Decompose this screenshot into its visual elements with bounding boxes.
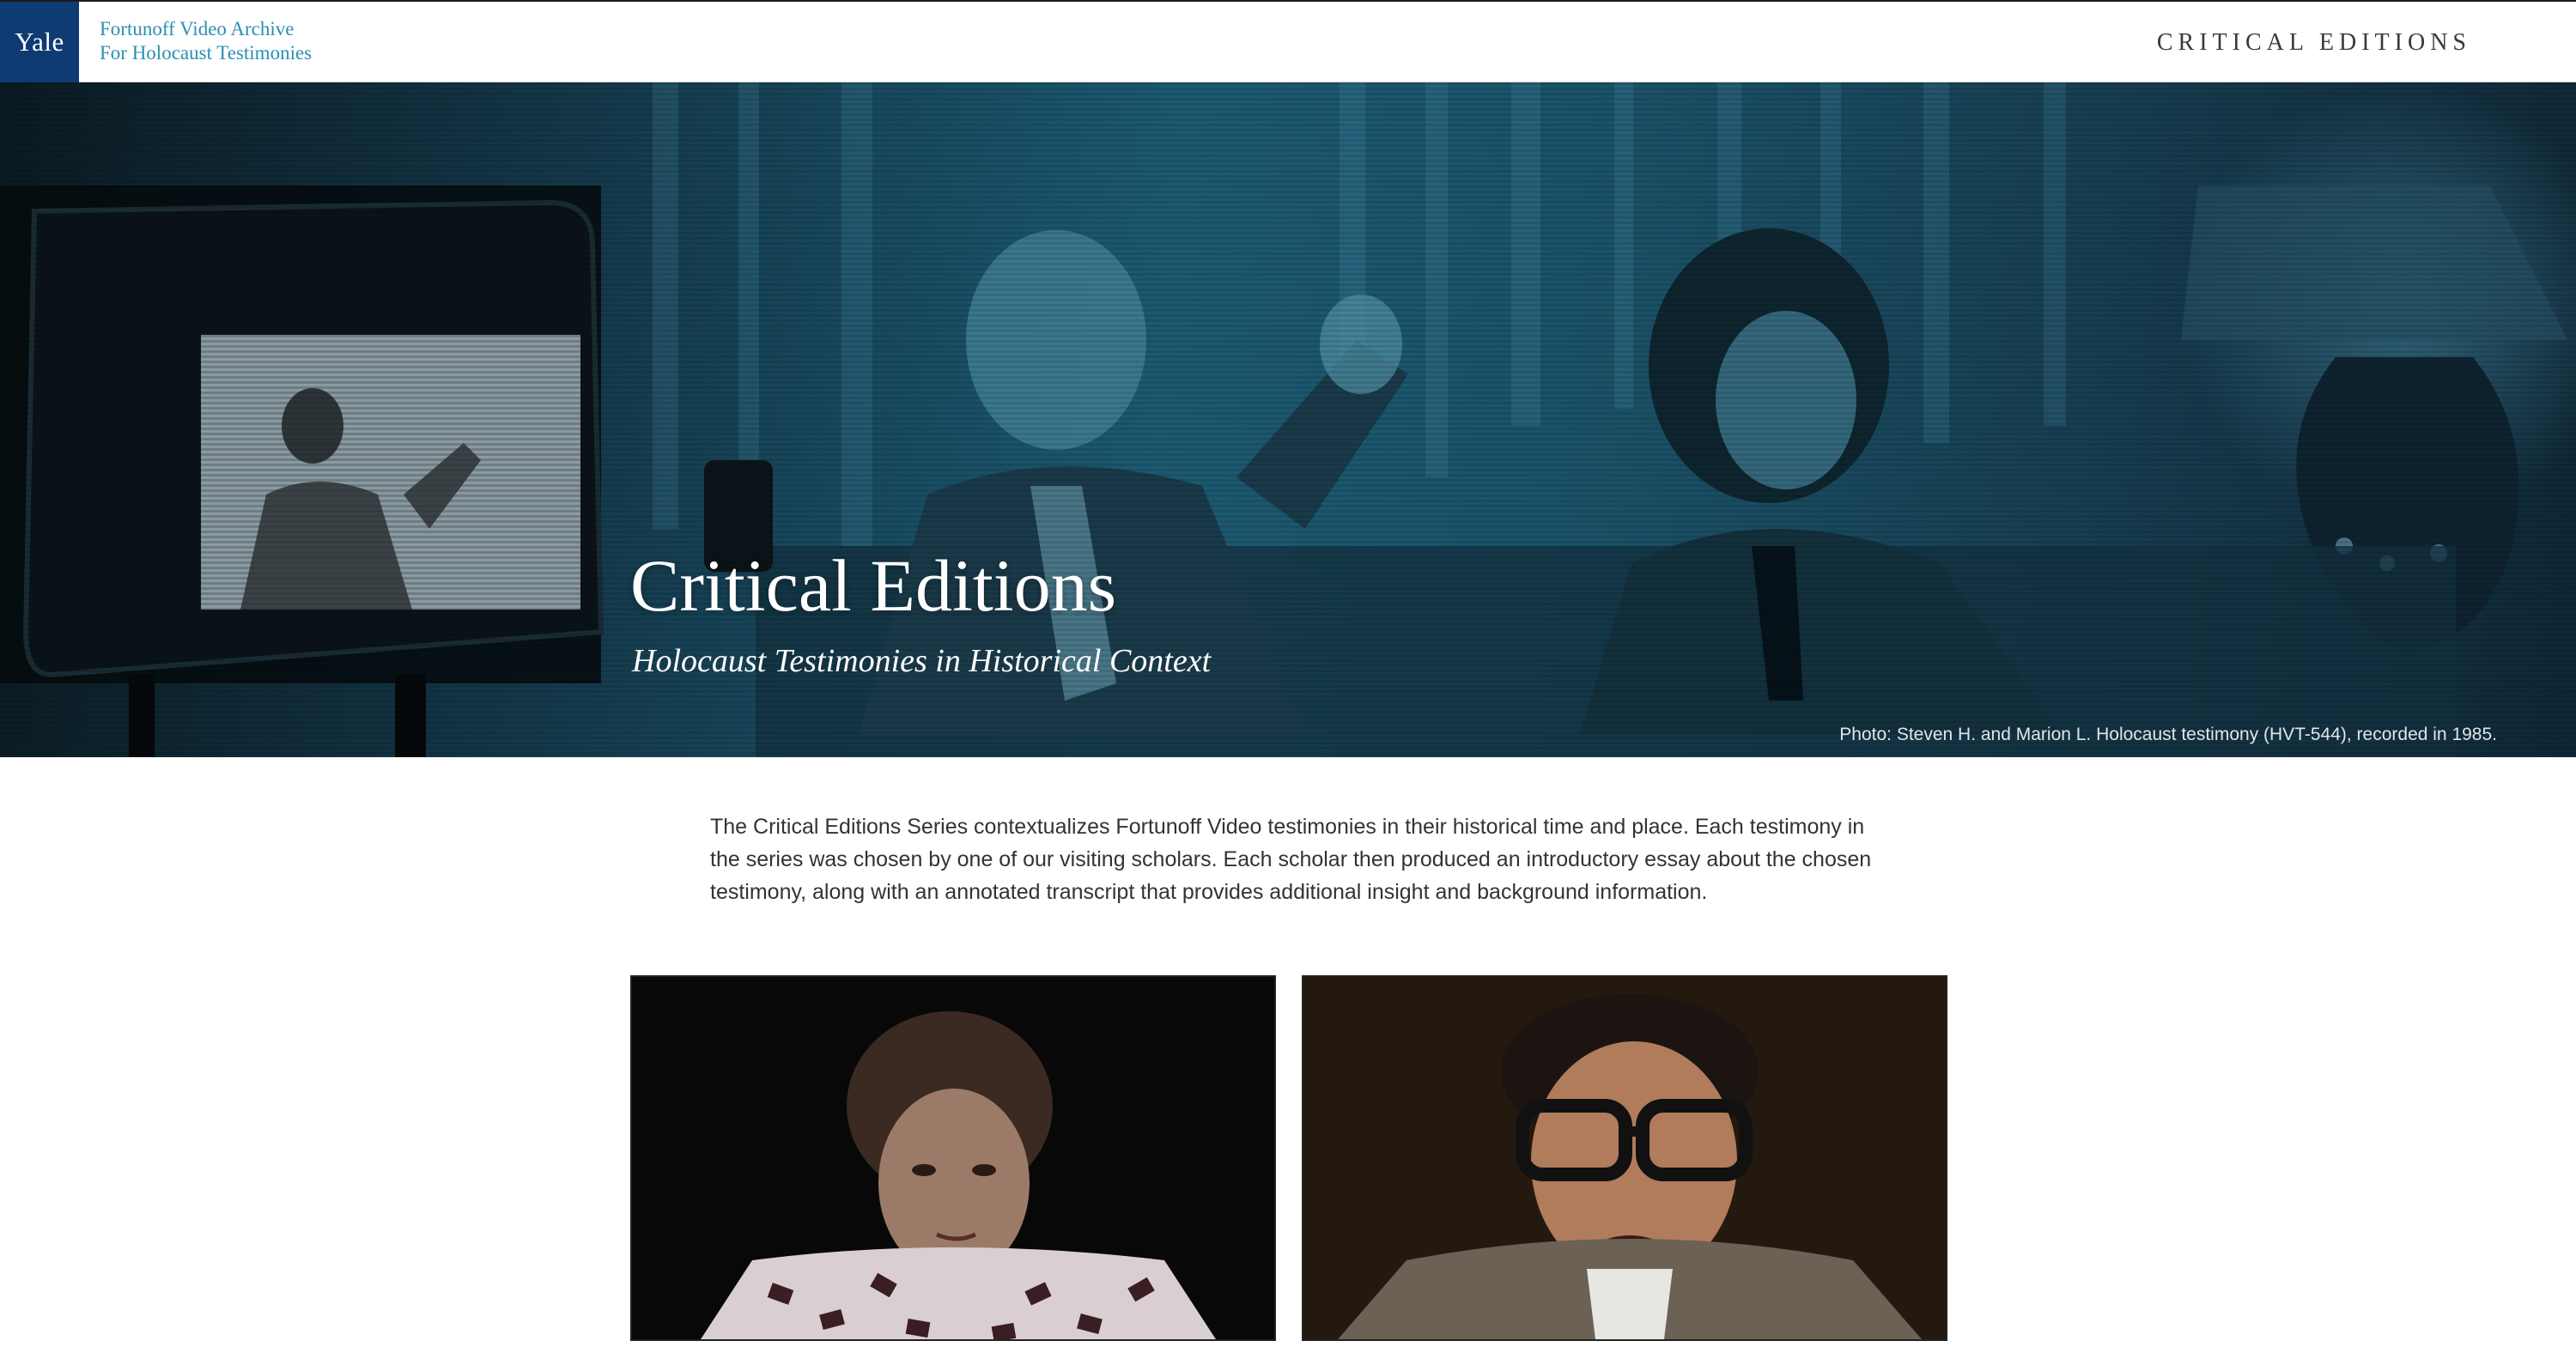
hero-photo (0, 82, 2576, 757)
nav-critical-editions[interactable]: CRITICAL EDITIONS (2157, 29, 2471, 57)
archive-name-line2: For Holocaust Testimonies (100, 42, 313, 64)
page-title: Critical Editions (630, 544, 1117, 627)
intro-paragraph: The Critical Editions Series contextuali… (710, 815, 1872, 904)
archive-home-link[interactable]: Fortunoff Video Archive For Holocaust Te… (100, 17, 312, 65)
yale-logo-text: Yale (15, 27, 64, 57)
yale-logo[interactable]: Yale (0, 2, 79, 82)
testimony-thumbnail (1303, 977, 1946, 1339)
testimony-thumbnail (632, 977, 1274, 1339)
testimony-card[interactable] (1302, 975, 1947, 1341)
hero-banner: Critical Editions Holocaust Testimonies … (0, 82, 2576, 757)
site-header: Yale Fortunoff Video Archive For Holocau… (0, 0, 2576, 82)
archive-name-line1: Fortunoff Video Archive (100, 18, 295, 39)
page-subtitle: Holocaust Testimonies in Historical Cont… (632, 643, 1212, 679)
testimony-card[interactable] (630, 975, 1276, 1341)
photo-credit: Photo: Steven H. and Marion L. Holocaust… (1839, 725, 2497, 744)
